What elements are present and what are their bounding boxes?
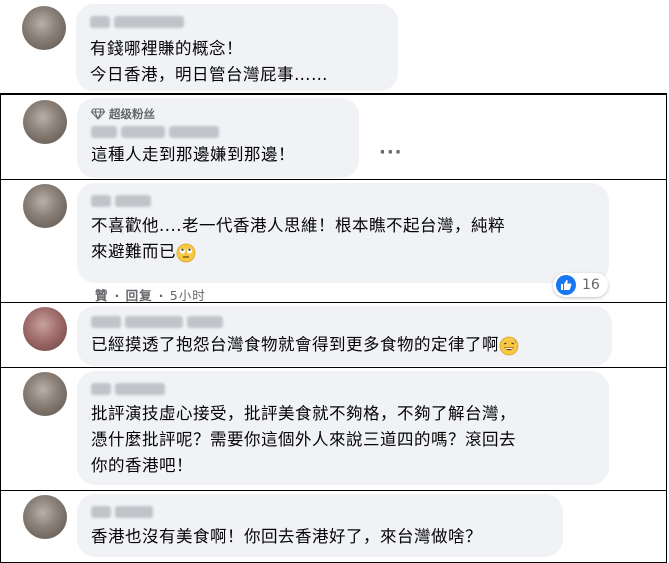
author-name-redacted[interactable] xyxy=(91,193,597,209)
diamond-icon xyxy=(91,108,105,120)
author-name-redacted[interactable] xyxy=(91,504,551,520)
comment-text-line: 憑什麼批評呢？需要你這個外人來說三道四的嗎？滾回去 xyxy=(91,430,516,449)
reaction-count: 16 xyxy=(582,277,600,293)
face-with-rolling-eyes-icon xyxy=(176,243,196,262)
top-fan-badge[interactable]: 超级粉丝 xyxy=(91,106,347,122)
author-name-redacted[interactable] xyxy=(91,314,600,330)
comment-bubble: 超级粉丝 這種人走到那邊嫌到那邊！ xyxy=(77,98,359,178)
comment-bubble: 有錢哪裡賺的概念！ 今日香港，明日管台灣屁事…… xyxy=(76,4,398,91)
comment-bubble: 香港也沒有美食啊！你回去香港好了，來台灣做啥？ xyxy=(77,494,563,557)
comment-text-line: 香港也沒有美食啊！你回去香港好了，來台灣做啥？ xyxy=(91,527,482,546)
grinning-face-with-sweat-icon xyxy=(499,336,519,355)
comment-text-line: 不喜歡他....老一代香港人思維！根本瞧不起台灣，純粹 xyxy=(91,216,505,235)
avatar[interactable] xyxy=(23,372,67,416)
comment-text-line: 這種人走到那邊嫌到那邊！ xyxy=(91,145,295,164)
comment-text-line: 今日香港，明日管台灣屁事…… xyxy=(90,65,328,84)
reply-button[interactable]: 回复 xyxy=(126,288,153,302)
avatar[interactable] xyxy=(23,100,67,144)
avatar[interactable] xyxy=(23,495,67,539)
avatar[interactable] xyxy=(22,6,66,50)
comment-panel-4: 已經摸透了抱怨台灣食物就會得到更多食物的定律了啊 xyxy=(0,302,667,368)
comment-text-line: 批評演技虛心接受，批評美食就不夠格，不夠了解台灣， xyxy=(91,404,516,423)
comment-text-line: 有錢哪裡賺的概念！ xyxy=(90,39,243,58)
badge-label: 超级粉丝 xyxy=(109,107,155,121)
timestamp[interactable]: 5小时 xyxy=(170,288,206,302)
comment-text-line: 來避難而已 xyxy=(91,239,597,265)
comment-panel-2: 超级粉丝 這種人走到那邊嫌到那邊！ ··· xyxy=(0,94,667,180)
reaction-summary[interactable]: 16 xyxy=(553,273,608,297)
comment-panel-5: 批評演技虛心接受，批評美食就不夠格，不夠了解台灣， 憑什麼批評呢？需要你這個外人… xyxy=(0,367,667,491)
author-name-redacted[interactable] xyxy=(91,124,347,140)
comment-text-line: 已經摸透了抱怨台灣食物就會得到更多食物的定律了啊 xyxy=(91,332,600,358)
comment-bubble: 不喜歡他....老一代香港人思維！根本瞧不起台灣，純粹 來避難而已 xyxy=(77,183,609,283)
comment-bubble: 批評演技虛心接受，批評美食就不夠格，不夠了解台灣， 憑什麼批評呢？需要你這個外人… xyxy=(77,371,609,485)
thumbs-up-icon xyxy=(556,275,576,295)
author-name-redacted[interactable] xyxy=(90,14,386,30)
comment-panel-3: 不喜歡他....老一代香港人思維！根本瞧不起台灣，純粹 來避難而已 16 贊 · … xyxy=(0,179,667,303)
like-button[interactable]: 贊 xyxy=(95,288,109,302)
comment-actions: 贊 · 回复 · 5小时 xyxy=(95,288,206,303)
comment-bubble: 已經摸透了抱怨台灣食物就會得到更多食物的定律了啊 xyxy=(77,306,612,366)
comment-panel-6: 香港也沒有美食啊！你回去香港好了，來台灣做啥？ xyxy=(0,490,667,563)
author-name-redacted[interactable] xyxy=(91,381,597,397)
comment-panel-1: 有錢哪裡賺的概念！ 今日香港，明日管台灣屁事…… xyxy=(0,0,667,94)
avatar[interactable] xyxy=(23,184,67,228)
more-options-icon[interactable]: ··· xyxy=(379,142,403,163)
avatar[interactable] xyxy=(23,307,67,351)
comment-text-line: 你的香港吧！ xyxy=(91,456,193,475)
